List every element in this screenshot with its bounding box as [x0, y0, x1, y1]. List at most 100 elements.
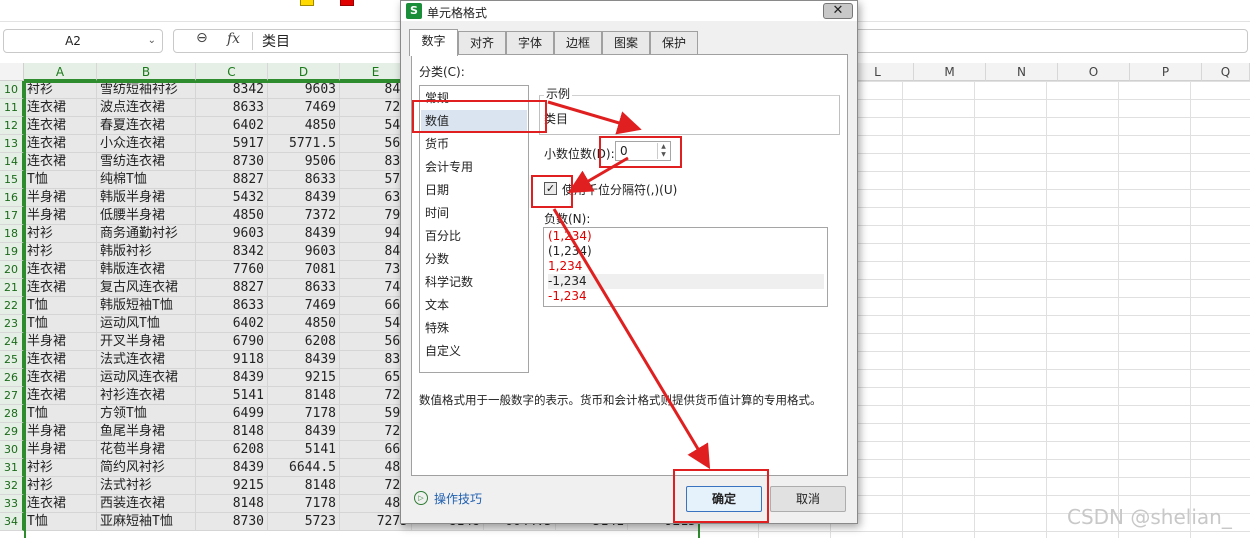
- table-cell[interactable]: 运动风连衣裙: [97, 369, 196, 387]
- table-cell[interactable]: 8148: [268, 387, 340, 405]
- column-header-m[interactable]: M: [914, 63, 986, 81]
- table-cell[interactable]: 8633: [268, 279, 340, 297]
- table-cell[interactable]: 衬衫连衣裙: [97, 387, 196, 405]
- list-item[interactable]: 自定义: [421, 340, 527, 362]
- tab-protection[interactable]: 保护: [650, 31, 698, 55]
- table-cell[interactable]: 连衣裙: [24, 99, 97, 117]
- row-header[interactable]: 34: [0, 513, 24, 531]
- table-cell[interactable]: 7081: [268, 261, 340, 279]
- table-cell[interactable]: 8633: [268, 171, 340, 189]
- row-header[interactable]: 29: [0, 423, 24, 441]
- close-button[interactable]: ✕: [823, 3, 853, 19]
- table-cell[interactable]: 7760: [196, 261, 268, 279]
- table-cell[interactable]: 运动风T恤: [97, 315, 196, 333]
- table-cell[interactable]: 半身裙: [24, 189, 97, 207]
- list-item[interactable]: 文本: [421, 294, 527, 316]
- list-item[interactable]: 时间: [421, 202, 527, 224]
- table-cell[interactable]: T恤: [24, 297, 97, 315]
- table-cell[interactable]: 8439: [268, 189, 340, 207]
- chevron-down-icon[interactable]: ⌄: [148, 30, 156, 52]
- table-cell[interactable]: 5723: [268, 513, 340, 531]
- row-header[interactable]: 28: [0, 405, 24, 423]
- dialog-titlebar[interactable]: S 单元格格式 ✕: [401, 1, 857, 21]
- row-header[interactable]: 13: [0, 135, 24, 153]
- table-cell[interactable]: 连衣裙: [24, 135, 97, 153]
- tab-alignment[interactable]: 对齐: [458, 31, 506, 55]
- formula-content[interactable]: 类目: [262, 31, 290, 51]
- table-cell[interactable]: 衬衫: [24, 477, 97, 495]
- table-cell[interactable]: 8342: [196, 81, 268, 99]
- font-color-swatch[interactable]: [340, 0, 354, 6]
- table-cell[interactable]: 8439: [196, 369, 268, 387]
- select-all-corner[interactable]: [0, 63, 24, 81]
- table-cell[interactable]: 9603: [268, 243, 340, 261]
- tab-number[interactable]: 数字: [409, 29, 458, 56]
- list-item[interactable]: 日期: [421, 179, 527, 201]
- table-cell[interactable]: 8342: [196, 243, 268, 261]
- column-header-d[interactable]: D: [268, 63, 340, 81]
- table-cell[interactable]: 半身裙: [24, 441, 97, 459]
- tab-font[interactable]: 字体: [506, 31, 554, 55]
- list-item[interactable]: 百分比: [421, 225, 527, 247]
- table-cell[interactable]: 7469: [268, 99, 340, 117]
- table-cell[interactable]: 连衣裙: [24, 153, 97, 171]
- tips-link[interactable]: 操作技巧: [434, 490, 482, 507]
- table-cell[interactable]: 连衣裙: [24, 351, 97, 369]
- table-cell[interactable]: 5432: [196, 189, 268, 207]
- table-cell[interactable]: 9215: [268, 369, 340, 387]
- table-cell[interactable]: 西装连衣裙: [97, 495, 196, 513]
- name-box[interactable]: A2 ⌄: [3, 29, 163, 53]
- table-cell[interactable]: 8730: [196, 153, 268, 171]
- table-cell[interactable]: 6208: [268, 333, 340, 351]
- table-cell[interactable]: 法式连衣裙: [97, 351, 196, 369]
- table-cell[interactable]: 韩版连衣裙: [97, 261, 196, 279]
- table-cell[interactable]: 8439: [268, 423, 340, 441]
- table-cell[interactable]: 6790: [196, 333, 268, 351]
- table-cell[interactable]: 花苞半身裙: [97, 441, 196, 459]
- decimal-places-stepper[interactable]: 0 ▲ ▼: [615, 141, 671, 161]
- tab-border[interactable]: 边框: [554, 31, 602, 55]
- table-cell[interactable]: 半身裙: [24, 423, 97, 441]
- list-item[interactable]: (1,234): [548, 229, 824, 244]
- table-cell[interactable]: 小众连衣裙: [97, 135, 196, 153]
- table-cell[interactable]: 8827: [196, 171, 268, 189]
- table-cell[interactable]: 9215: [196, 477, 268, 495]
- list-item[interactable]: -1,234: [548, 274, 824, 289]
- table-cell[interactable]: 6402: [196, 315, 268, 333]
- table-cell[interactable]: 7372: [268, 207, 340, 225]
- table-cell[interactable]: 7178: [268, 495, 340, 513]
- table-cell[interactable]: 9506: [268, 153, 340, 171]
- column-header-b[interactable]: B: [97, 63, 196, 81]
- list-item[interactable]: 特殊: [421, 317, 527, 339]
- list-item[interactable]: (1,234): [548, 244, 824, 259]
- row-header[interactable]: 33: [0, 495, 24, 513]
- table-cell[interactable]: 6208: [196, 441, 268, 459]
- negative-numbers-list[interactable]: (1,234) (1,234) 1,234 -1,234 -1,234: [543, 227, 828, 307]
- row-header[interactable]: 26: [0, 369, 24, 387]
- table-cell[interactable]: 8439: [268, 351, 340, 369]
- row-header[interactable]: 23: [0, 315, 24, 333]
- table-cell[interactable]: 半身裙: [24, 207, 97, 225]
- table-cell[interactable]: 8148: [268, 477, 340, 495]
- table-cell[interactable]: 韩版短袖T恤: [97, 297, 196, 315]
- column-header-a[interactable]: A: [24, 63, 97, 81]
- table-cell[interactable]: 纯棉T恤: [97, 171, 196, 189]
- fill-color-swatch[interactable]: [300, 0, 314, 6]
- table-cell[interactable]: 5771.5: [268, 135, 340, 153]
- table-cell[interactable]: 8148: [196, 423, 268, 441]
- row-header[interactable]: 25: [0, 351, 24, 369]
- table-cell[interactable]: 连衣裙: [24, 261, 97, 279]
- table-cell[interactable]: 韩版半身裙: [97, 189, 196, 207]
- table-cell[interactable]: 连衣裙: [24, 369, 97, 387]
- list-item[interactable]: 科学记数: [421, 271, 527, 293]
- row-header[interactable]: 31: [0, 459, 24, 477]
- table-cell[interactable]: 简约风衬衫: [97, 459, 196, 477]
- table-cell[interactable]: 4850: [196, 207, 268, 225]
- row-header[interactable]: 22: [0, 297, 24, 315]
- table-cell[interactable]: 衬衫: [24, 225, 97, 243]
- list-item[interactable]: -1,234: [548, 289, 824, 304]
- list-item[interactable]: 会计专用: [421, 156, 527, 178]
- row-header[interactable]: 14: [0, 153, 24, 171]
- table-cell[interactable]: 4850: [268, 315, 340, 333]
- table-cell[interactable]: 连衣裙: [24, 279, 97, 297]
